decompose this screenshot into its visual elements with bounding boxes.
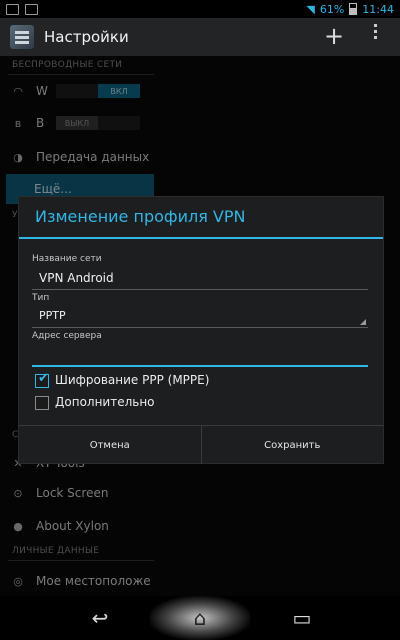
ppp-encryption-label[interactable]: Шифрование PPP (MPPE) bbox=[55, 373, 209, 387]
plus-icon[interactable]: + bbox=[324, 23, 344, 49]
settings-app-icon[interactable] bbox=[10, 25, 34, 49]
vpn-profile-dialog: Изменение профиля VPN Название сети VPN … bbox=[18, 196, 384, 464]
type-underline bbox=[32, 327, 368, 328]
gallery-icon bbox=[6, 3, 19, 15]
back-icon[interactable]: ↩ bbox=[82, 606, 118, 630]
image-icon bbox=[25, 3, 38, 15]
recent-apps-icon[interactable]: ▭ bbox=[284, 606, 320, 630]
checkmark-icon: ✔ bbox=[38, 371, 49, 386]
dialog-title-divider bbox=[19, 237, 383, 239]
home-icon[interactable]: ⌂ bbox=[182, 606, 218, 630]
cancel-button[interactable]: Отмена bbox=[19, 426, 201, 464]
network-name-input[interactable]: VPN Android bbox=[39, 271, 114, 285]
dropdown-arrow-icon[interactable] bbox=[360, 319, 366, 325]
server-address-label: Адрес сервера bbox=[32, 331, 102, 341]
battery-icon bbox=[349, 3, 358, 15]
overflow-menu-icon[interactable] bbox=[374, 24, 378, 39]
save-button[interactable]: Сохранить bbox=[202, 426, 384, 464]
server-address-underline bbox=[32, 365, 368, 367]
network-name-label: Название сети bbox=[32, 254, 102, 264]
advanced-checkbox[interactable] bbox=[35, 396, 49, 410]
network-name-underline bbox=[32, 289, 368, 290]
wifi-icon: ◥ bbox=[306, 2, 315, 16]
clock: 11:44 bbox=[362, 2, 394, 16]
navigation-bar: ↩ ⌂ ▭ bbox=[0, 596, 400, 640]
action-bar: Настройки + bbox=[0, 18, 400, 56]
page-title: Настройки bbox=[44, 28, 129, 46]
type-spinner[interactable]: PPTP bbox=[39, 309, 66, 322]
status-right: ◥ 61% 11:44 bbox=[306, 3, 400, 16]
advanced-label[interactable]: Дополнительно bbox=[55, 395, 155, 409]
dialog-button-bar: Отмена Сохранить bbox=[19, 425, 383, 464]
status-left-icons bbox=[0, 3, 38, 15]
ppp-encryption-checkbox[interactable]: ✔ bbox=[35, 371, 49, 388]
battery-percent: 61% bbox=[319, 2, 345, 16]
dialog-title: Изменение профиля VPN bbox=[35, 207, 246, 226]
type-label: Тип bbox=[32, 293, 50, 303]
status-bar: ◥ 61% 11:44 bbox=[0, 0, 400, 18]
